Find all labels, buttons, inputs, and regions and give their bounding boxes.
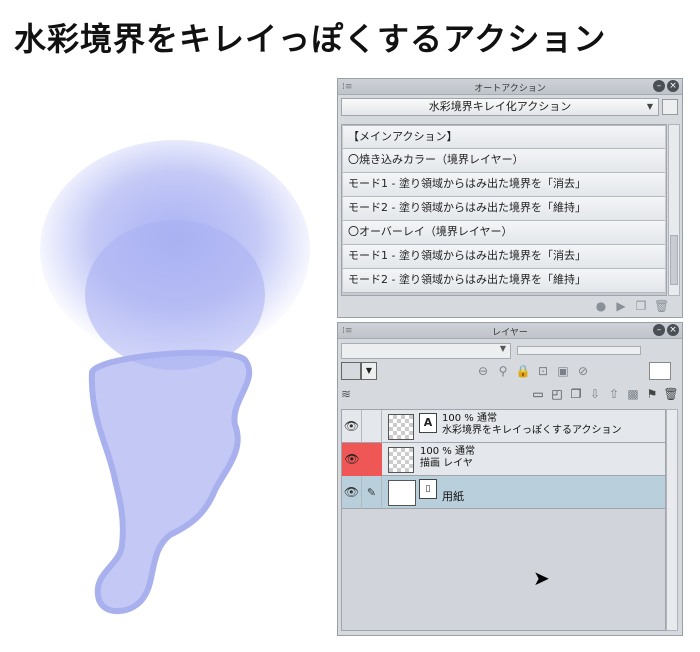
- layer-thumbnail: [388, 414, 414, 440]
- page-heading: 水彩境界をキレイっぽくするアクション: [14, 20, 607, 58]
- text-layer-icon: A: [419, 413, 437, 433]
- new-raster-layer-icon[interactable]: ▭: [530, 386, 546, 402]
- layer-thumbnail: [388, 480, 416, 506]
- action-item[interactable]: モード1 - 塗り領域からはみ出た境界を「消去」: [343, 173, 665, 197]
- pen-icon[interactable]: ✎: [362, 476, 382, 509]
- action-item[interactable]: モード2 - 塗り領域からはみ出た境界を「維持」: [343, 197, 665, 221]
- action-item[interactable]: モード2 - 塗り領域からはみ出た境界を「維持」: [343, 269, 665, 293]
- active-layer-marker: 👁: [342, 443, 382, 476]
- layer-name: 用紙: [442, 490, 464, 503]
- action-menu-button[interactable]: [662, 99, 678, 115]
- scroll-thumb[interactable]: [670, 235, 678, 285]
- new-folder-icon[interactable]: ❐: [568, 386, 584, 402]
- chevron-down-icon[interactable]: ▼: [361, 362, 377, 380]
- auto-action-panel: ⁞≡ オートアクション – × 水彩境界キレイ化アクション ▼ 【メインアクショ…: [337, 78, 683, 318]
- layer-row-paper[interactable]: 👁 ✎ ▯ 用紙: [342, 476, 665, 509]
- blend-mode-select[interactable]: ▼: [341, 343, 511, 359]
- trash-icon[interactable]: 🗑: [654, 299, 669, 313]
- layer-scrollbar[interactable]: [666, 409, 678, 631]
- action-set-select[interactable]: 水彩境界キレイ化アクション ▼: [341, 98, 659, 116]
- lock-transparency-icon[interactable]: ⊡: [535, 363, 551, 379]
- opacity-slider[interactable]: [517, 346, 641, 355]
- lock-icon[interactable]: 🔒: [515, 363, 531, 379]
- layer-panel: ⁞≡ レイヤー – × ▼ ▼ ⊖ ⚲ 🔒 ⊡ ▣ ⊘ ≋ ▭ ◰ ❐ ⇩ ⇧ …: [337, 322, 683, 636]
- layer-name: 水彩境界をキレイっぽくするアクション: [442, 425, 622, 436]
- ruler-icon[interactable]: ⊘: [575, 363, 591, 379]
- action-item[interactable]: 〇オーバーレイ（境界レイヤー）: [343, 221, 665, 245]
- play-icon[interactable]: ▶: [614, 299, 628, 313]
- layer-panel-title: レイヤー: [492, 328, 528, 338]
- layer-list: 👁 A 100 % 通常 水彩境界をキレイっぽくするアクション 👁 100 % …: [341, 409, 666, 631]
- record-icon[interactable]: ●: [594, 299, 608, 313]
- action-item[interactable]: 〇焼き込みカラー（境界レイヤー）: [343, 149, 665, 173]
- layer-row[interactable]: 👁 100 % 通常 描画 レイヤ: [342, 443, 665, 476]
- layer-blend-info: 100 % 通常: [420, 446, 475, 457]
- trash-icon[interactable]: 🗑: [663, 386, 679, 402]
- action-item[interactable]: 【メインアクション】: [343, 125, 665, 149]
- close-icon[interactable]: ×: [667, 80, 679, 92]
- minimize-icon[interactable]: –: [653, 80, 665, 92]
- layer-name: 描画 レイヤ: [420, 458, 473, 469]
- eye-icon[interactable]: 👁: [342, 443, 362, 476]
- paper-layer-icon: ▯: [419, 479, 437, 499]
- chevron-down-icon: ▼: [646, 102, 653, 111]
- layer-tool-cell[interactable]: [362, 410, 382, 443]
- watercolor-core: [85, 220, 265, 370]
- layer-thumbnail: [388, 447, 414, 473]
- watercolor-body: [88, 349, 253, 615]
- layer-titlebar[interactable]: ⁞≡ レイヤー – ×: [338, 323, 682, 339]
- close-icon[interactable]: ×: [667, 324, 679, 336]
- mask-icon[interactable]: ▣: [555, 363, 571, 379]
- action-set-name: 水彩境界キレイ化アクション: [428, 100, 572, 113]
- combine-icon[interactable]: ⇧: [606, 386, 622, 402]
- watercolor-illustration: [40, 140, 310, 615]
- layer-color-swatch[interactable]: [649, 362, 671, 380]
- layers-icon[interactable]: ≋: [341, 387, 351, 401]
- minimize-icon[interactable]: –: [653, 324, 665, 336]
- action-list: 【メインアクション】 〇焼き込みカラー（境界レイヤー） モード1 - 塗り領域か…: [341, 124, 667, 296]
- action-scrollbar[interactable]: [668, 124, 680, 296]
- layer-row[interactable]: 👁 A 100 % 通常 水彩境界をキレイっぽくするアクション: [342, 410, 665, 443]
- eye-icon[interactable]: 👁: [342, 410, 362, 443]
- fill-icon[interactable]: ⚑: [644, 386, 660, 402]
- mask-add-icon[interactable]: ▩: [625, 386, 641, 402]
- chevron-down-icon: ▼: [499, 344, 506, 353]
- merge-down-icon[interactable]: ⇩: [587, 386, 603, 402]
- eye-icon[interactable]: 👁: [342, 476, 362, 509]
- auto-action-title: オートアクション: [474, 84, 546, 94]
- action-item[interactable]: モード1 - 塗り領域からはみ出た境界を「消去」: [343, 245, 665, 269]
- copy-icon[interactable]: ❐: [634, 299, 648, 313]
- auto-action-titlebar[interactable]: ⁞≡ オートアクション – ×: [338, 79, 682, 95]
- layer-blend-info: 100 % 通常: [442, 413, 497, 424]
- new-vector-layer-icon[interactable]: ◰: [549, 386, 565, 402]
- mouse-cursor-icon: ➤: [533, 566, 550, 590]
- clip-icon[interactable]: ⊖: [475, 363, 491, 379]
- reference-icon[interactable]: ⚲: [495, 363, 511, 379]
- layer-color-box[interactable]: [341, 362, 361, 380]
